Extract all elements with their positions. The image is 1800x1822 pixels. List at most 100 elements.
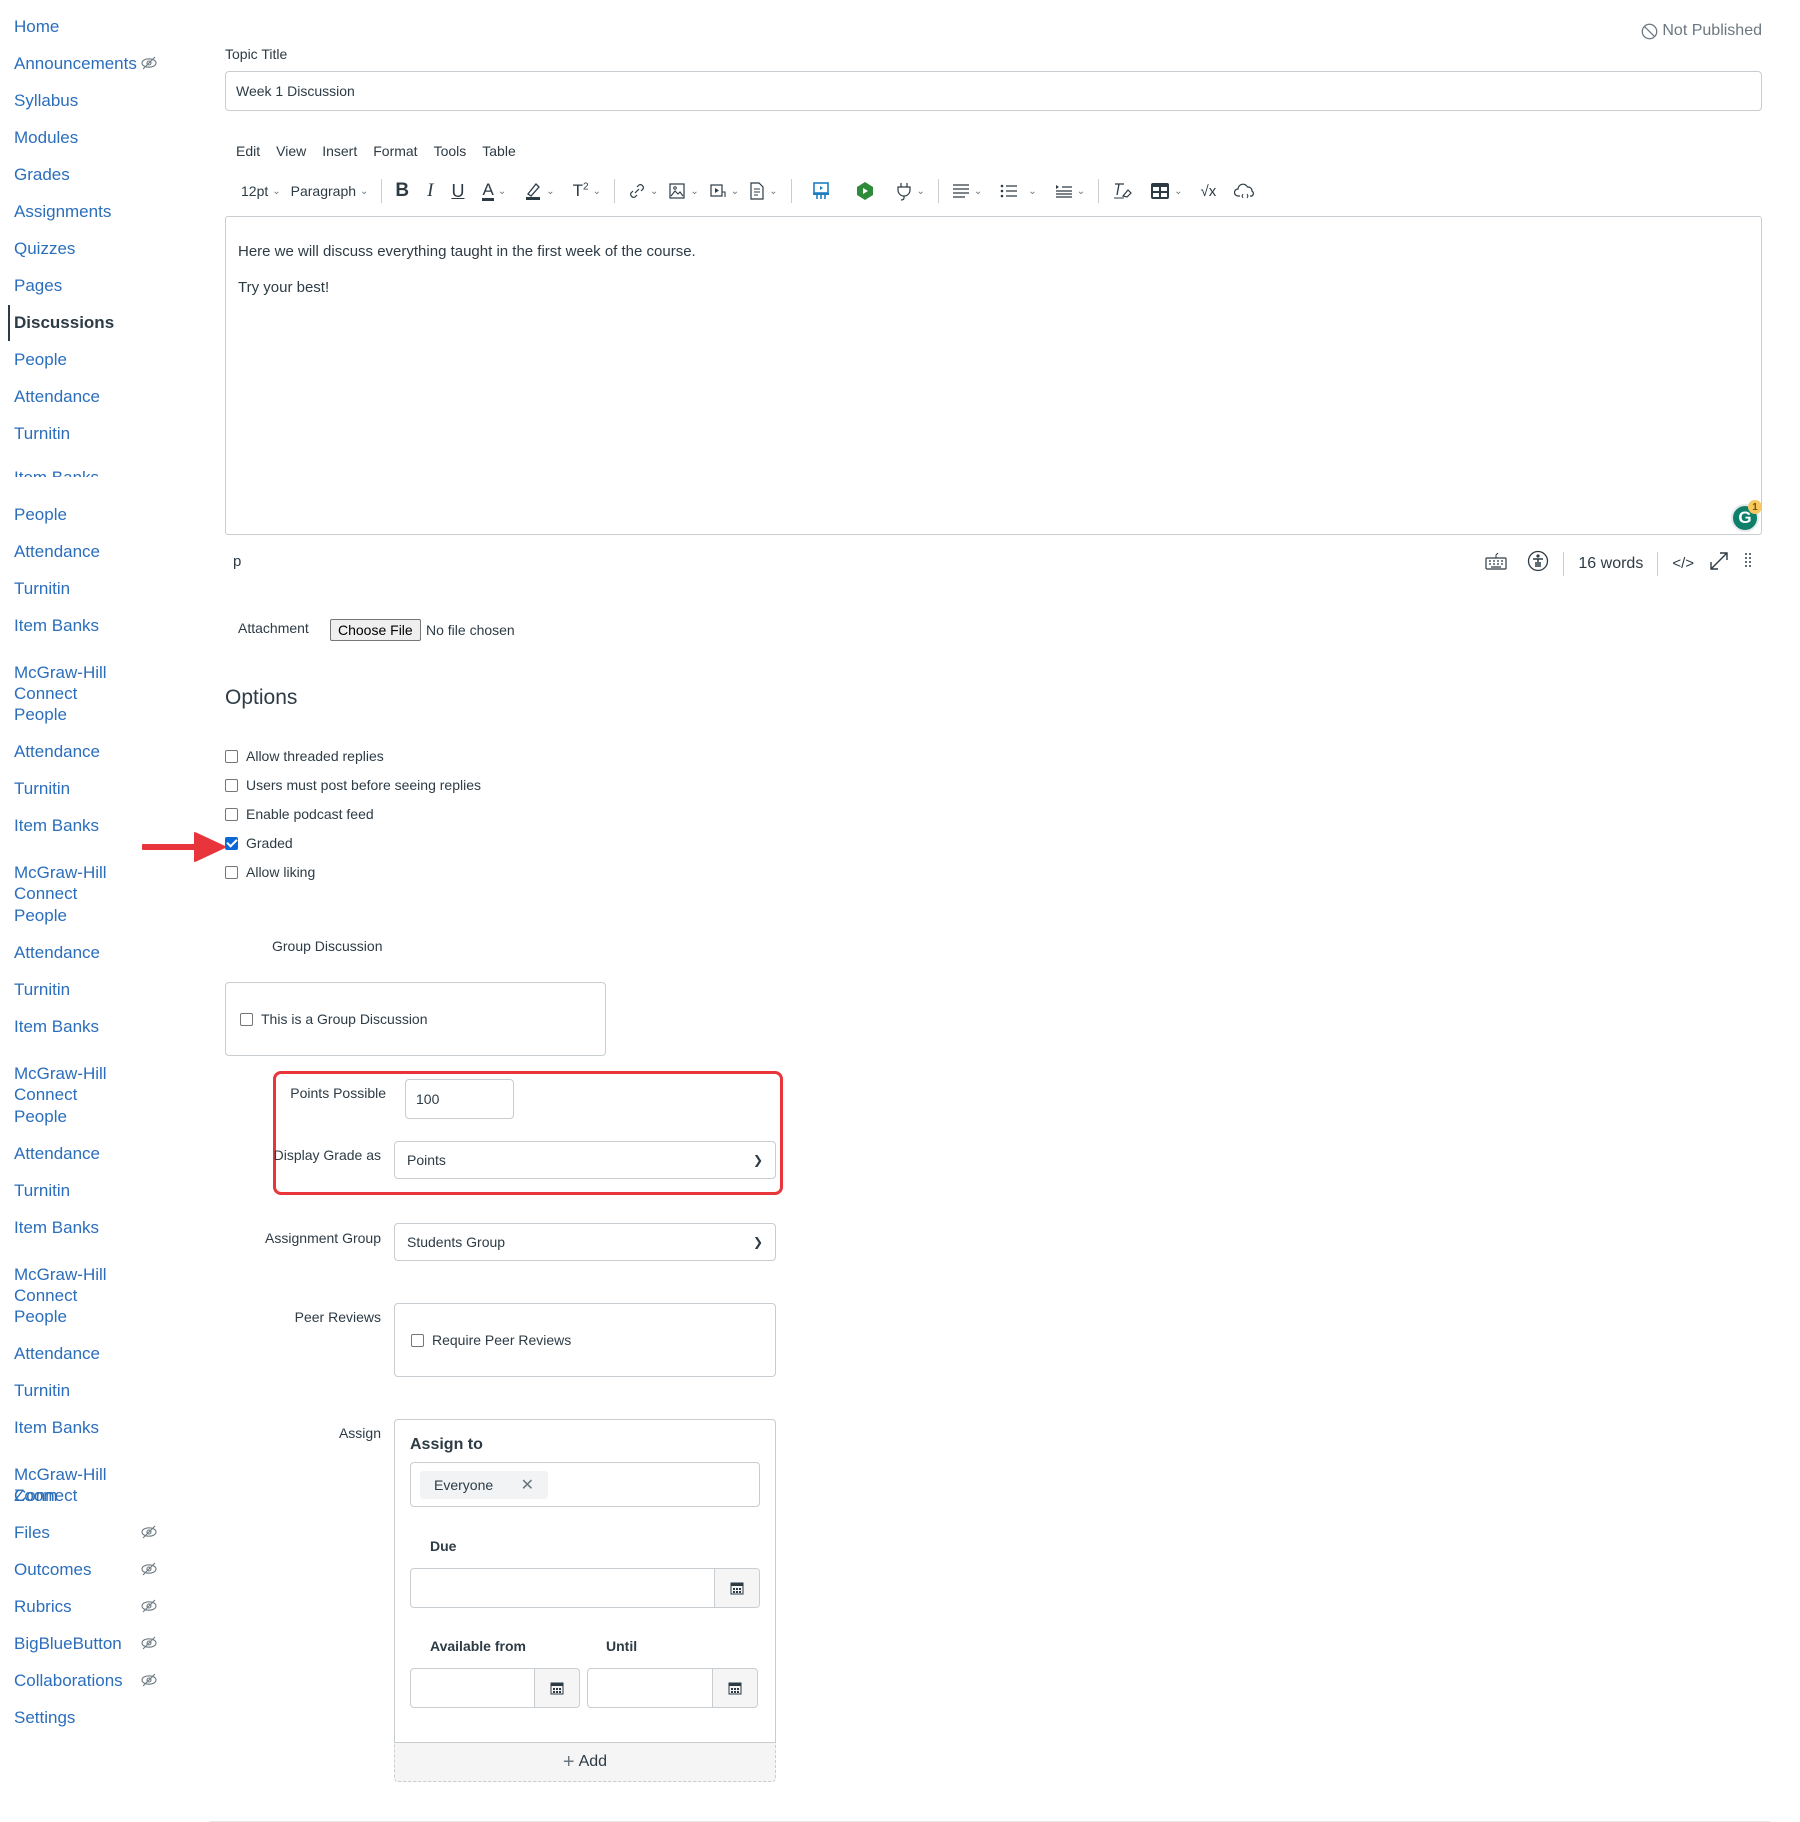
sidebar-item-assignments[interactable]: Assignments bbox=[14, 201, 111, 222]
sidebar-item-turnitin[interactable]: Turnitin bbox=[14, 778, 70, 799]
option-users-must-post-before-seeing-replies[interactable]: Users must post before seeing replies bbox=[225, 777, 481, 793]
rich-text-editor[interactable]: Here we will discuss everything taught i… bbox=[225, 216, 1762, 535]
lti-tool-button[interactable] bbox=[806, 176, 836, 206]
word-count[interactable]: 16 words bbox=[1578, 555, 1643, 573]
choose-file-button[interactable]: Choose File bbox=[330, 619, 421, 641]
sidebar-item-people[interactable]: People bbox=[14, 905, 67, 926]
option-allow-threaded-replies[interactable]: Allow threaded replies bbox=[225, 748, 384, 764]
highlight-color-button[interactable]: ⌄ bbox=[519, 176, 559, 206]
peer-reviews-checkbox-row[interactable]: Require Peer Reviews bbox=[411, 1332, 571, 1348]
option-checkbox[interactable] bbox=[225, 778, 238, 792]
until-calendar-button[interactable] bbox=[712, 1669, 757, 1707]
sidebar-item-item-banks[interactable]: Item Banks bbox=[14, 1417, 99, 1438]
option-allow-liking[interactable]: Allow liking bbox=[225, 864, 315, 880]
equation-button[interactable]: √x bbox=[1195, 176, 1221, 206]
assignment-group-select[interactable]: Students Group ❯ bbox=[394, 1223, 776, 1261]
clear-formatting-button[interactable] bbox=[1107, 176, 1137, 206]
group-discussion-checkbox-row[interactable]: This is a Group Discussion bbox=[240, 1011, 428, 1027]
menu-tools[interactable]: Tools bbox=[434, 143, 467, 159]
sidebar-item-attendance[interactable]: Attendance bbox=[14, 1143, 100, 1164]
sidebar-item-turnitin[interactable]: Turnitin bbox=[14, 979, 70, 1000]
sidebar-item-item-banks[interactable]: Item Banks bbox=[14, 1016, 99, 1037]
upload-cloud-button[interactable] bbox=[1229, 176, 1261, 206]
sidebar-item-collaborations[interactable]: Collaborations bbox=[14, 1670, 157, 1691]
underline-button[interactable]: U bbox=[446, 176, 469, 206]
link-button[interactable]: ⌄ bbox=[623, 176, 663, 206]
apps-button[interactable]: ⌄ bbox=[890, 176, 930, 206]
fullscreen-button[interactable] bbox=[1708, 550, 1730, 577]
remove-assignee-icon[interactable]: ✕ bbox=[521, 1475, 534, 1495]
sidebar-item-mcgraw-hill[interactable]: McGraw-Hill Connect bbox=[14, 862, 107, 904]
sidebar-item-attendance[interactable]: Attendance bbox=[14, 942, 100, 963]
list-button[interactable]: ⌄ bbox=[995, 176, 1041, 206]
sidebar-item-bigbluebutton[interactable]: BigBlueButton bbox=[14, 1633, 157, 1654]
sidebar-item-people[interactable]: People bbox=[14, 349, 67, 370]
display-grade-select[interactable]: Points ❯ bbox=[394, 1141, 776, 1179]
sidebar-item-item-banks[interactable]: Item Banks bbox=[14, 815, 99, 836]
sidebar-item-zoom[interactable]: Zoom bbox=[14, 1485, 57, 1506]
sidebar-item-pages[interactable]: Pages bbox=[14, 275, 62, 296]
sidebar-item-people[interactable]: People bbox=[14, 704, 67, 725]
option-checkbox[interactable] bbox=[225, 749, 238, 763]
sidebar-item-quizzes[interactable]: Quizzes bbox=[14, 238, 75, 259]
sidebar-item-people[interactable]: People bbox=[14, 1306, 67, 1327]
due-calendar-button[interactable] bbox=[714, 1569, 759, 1607]
sidebar-item-rubrics[interactable]: Rubrics bbox=[14, 1596, 157, 1617]
sidebar-item-turnitin[interactable]: Turnitin bbox=[14, 423, 70, 444]
menu-view[interactable]: View bbox=[276, 143, 306, 159]
sidebar-item-attendance[interactable]: Attendance bbox=[14, 741, 100, 762]
sidebar-item-home[interactable]: Home bbox=[14, 16, 59, 37]
sidebar-item-attendance[interactable]: Attendance bbox=[14, 1343, 100, 1364]
sidebar-item-turnitin[interactable]: Turnitin bbox=[14, 578, 70, 599]
due-date-input[interactable] bbox=[410, 1568, 760, 1608]
topic-title-input[interactable]: Week 1 Discussion bbox=[225, 71, 1762, 111]
publish-status[interactable]: Not Published bbox=[1641, 22, 1762, 40]
element-path[interactable]: p bbox=[233, 553, 241, 570]
sidebar-item-discussions[interactable]: Discussions bbox=[14, 312, 114, 333]
sidebar-item-item-banks[interactable]: Item Banks bbox=[14, 467, 99, 477]
keyboard-shortcuts-button[interactable] bbox=[1485, 552, 1507, 575]
video-tool-button[interactable] bbox=[850, 176, 880, 206]
bold-button[interactable]: B bbox=[390, 176, 414, 206]
html-editor-toggle[interactable]: </> bbox=[1672, 555, 1694, 572]
menu-format[interactable]: Format bbox=[373, 143, 417, 159]
option-graded[interactable]: Graded bbox=[225, 835, 293, 851]
grammarly-button[interactable]: G 1 bbox=[1731, 500, 1762, 532]
document-button[interactable]: ⌄ bbox=[744, 176, 782, 206]
sidebar-item-mcgraw-hill[interactable]: McGraw-Hill Connect bbox=[14, 1264, 107, 1306]
require-peer-reviews-checkbox[interactable] bbox=[411, 1333, 424, 1347]
sidebar-item-people[interactable]: People bbox=[14, 1106, 67, 1127]
sidebar-item-turnitin[interactable]: Turnitin bbox=[14, 1180, 70, 1201]
available-from-calendar-button[interactable] bbox=[534, 1669, 579, 1707]
align-button[interactable]: ⌄ bbox=[947, 176, 987, 206]
media-button[interactable]: ⌄ bbox=[704, 176, 744, 206]
sidebar-item-turnitin[interactable]: Turnitin bbox=[14, 1380, 70, 1401]
image-button[interactable]: ⌄ bbox=[663, 176, 703, 206]
superscript-button[interactable]: T2 ⌄ bbox=[568, 176, 606, 206]
sidebar-item-grades[interactable]: Grades bbox=[14, 164, 70, 185]
available-from-input[interactable] bbox=[410, 1668, 580, 1708]
italic-button[interactable]: I bbox=[422, 176, 438, 206]
table-button[interactable]: ⌄ bbox=[1145, 176, 1187, 206]
indent-button[interactable]: ⌄ bbox=[1050, 176, 1090, 206]
group-discussion-checkbox[interactable] bbox=[240, 1012, 253, 1026]
sidebar-item-announcements[interactable]: Announcements bbox=[14, 53, 157, 74]
font-size-dropdown[interactable]: 12pt ⌄ bbox=[236, 176, 286, 206]
sidebar-item-modules[interactable]: Modules bbox=[14, 127, 78, 148]
sidebar-item-settings[interactable]: Settings bbox=[14, 1707, 75, 1728]
until-input[interactable] bbox=[587, 1668, 758, 1708]
sidebar-item-mcgraw-hill[interactable]: McGraw-Hill Connect bbox=[14, 662, 107, 704]
option-enable-podcast-feed[interactable]: Enable podcast feed bbox=[225, 806, 374, 822]
add-assignment-override-button[interactable]: + Add bbox=[394, 1742, 776, 1782]
resize-handle[interactable] bbox=[1744, 552, 1752, 575]
block-format-dropdown[interactable]: Paragraph ⌄ bbox=[286, 176, 374, 206]
sidebar-item-outcomes[interactable]: Outcomes bbox=[14, 1559, 157, 1580]
sidebar-item-item-banks[interactable]: Item Banks bbox=[14, 1217, 99, 1238]
sidebar-item-item-banks[interactable]: Item Banks bbox=[14, 615, 99, 636]
option-checkbox[interactable] bbox=[225, 807, 238, 821]
sidebar-item-syllabus[interactable]: Syllabus bbox=[14, 90, 78, 111]
menu-table[interactable]: Table bbox=[482, 143, 515, 159]
sidebar-item-files[interactable]: Files bbox=[14, 1522, 157, 1543]
accessibility-checker-button[interactable] bbox=[1527, 550, 1549, 577]
sidebar-item-attendance[interactable]: Attendance bbox=[14, 541, 100, 562]
